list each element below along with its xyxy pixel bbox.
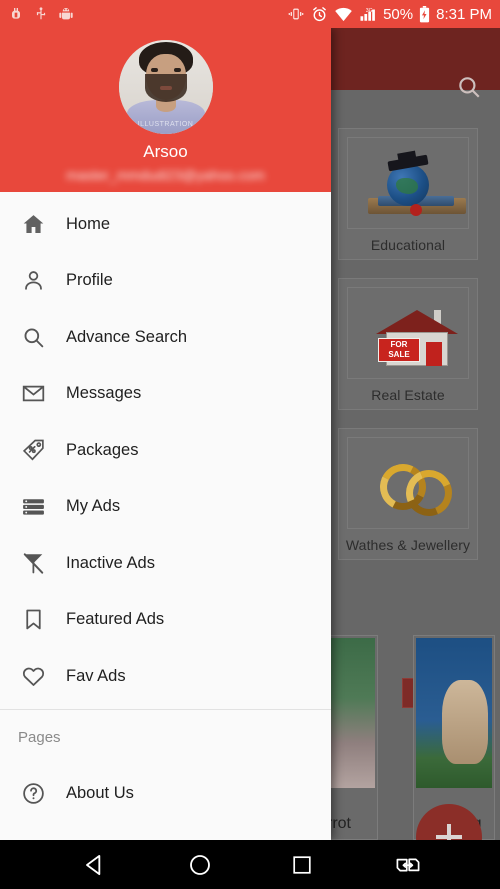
avatar[interactable]: ILLUSTRATION xyxy=(118,40,213,134)
sidebar-item-label: Profile xyxy=(66,271,113,290)
sidebar-item-label: Messages xyxy=(66,384,142,403)
drawer-menu-list: Home Profile Advance Search Messages Pac… xyxy=(0,192,331,822)
category-label: Real Estate xyxy=(371,387,445,403)
avatar-mouth xyxy=(159,86,172,90)
sidebar-item-packages[interactable]: Packages xyxy=(0,422,331,479)
drawer-header[interactable]: ILLUSTRATION Arsoo master_mmdudi23@yahoo… xyxy=(0,28,331,192)
battery-charging-icon xyxy=(420,5,430,22)
door-art xyxy=(426,342,442,366)
sidebar-item-advance-search[interactable]: Advance Search xyxy=(0,309,331,366)
sidebar-item-label: Featured Ads xyxy=(66,610,165,629)
sidebar-item-label: Fav Ads xyxy=(66,666,126,685)
sidebar-item-label: Inactive Ads xyxy=(66,553,155,572)
battery-percent-label: 50% xyxy=(383,5,414,23)
android-bug-icon xyxy=(59,8,73,20)
avatar-shirt xyxy=(126,100,205,134)
status-bar: 3G 50% 8:31 PM xyxy=(0,0,500,28)
category-image xyxy=(347,437,469,529)
category-card-educational[interactable]: Educational xyxy=(338,128,478,260)
phone-screen: Educational FOR SALE Real Estate Wathes … xyxy=(0,0,500,889)
back-triangle-icon[interactable] xyxy=(60,840,130,889)
person-icon xyxy=(0,268,66,293)
sidebar-item-fav-ads[interactable]: Fav Ads xyxy=(0,648,331,705)
sidebar-item-inactive-ads[interactable]: Inactive Ads xyxy=(0,535,331,592)
debug-bug-icon xyxy=(12,8,20,19)
heart-icon xyxy=(0,664,66,689)
android-nav-bar xyxy=(0,840,500,889)
sidebar-item-label: My Ads xyxy=(66,497,121,516)
vibrate-icon xyxy=(288,8,304,20)
sidebar-item-about-us[interactable]: About Us xyxy=(0,766,331,823)
sidebar-item-label: About Us xyxy=(66,784,134,803)
envelope-icon xyxy=(0,381,66,406)
sidebar-item-label: Packages xyxy=(66,440,139,459)
wifi-icon xyxy=(335,7,352,22)
avatar-eye-right xyxy=(173,68,181,72)
roof-art xyxy=(376,310,458,334)
avatar-eye-left xyxy=(150,68,158,72)
category-label: Educational xyxy=(370,237,446,253)
section-header-pages: Pages xyxy=(18,729,61,746)
home-circle-icon[interactable] xyxy=(165,840,235,889)
profile-email: master_mmdudi23@yahoo.com xyxy=(66,167,265,183)
search-icon xyxy=(0,325,66,350)
sign-line-2: SALE xyxy=(388,350,410,359)
alarm-clock-icon xyxy=(313,6,326,21)
signal-3g-icon: 3G xyxy=(360,8,375,21)
sidebar-item-messages[interactable]: Messages xyxy=(0,366,331,423)
clock-label: 8:31 PM xyxy=(436,5,492,23)
sign-line-1: FOR xyxy=(390,340,408,349)
list-icon xyxy=(0,494,66,519)
sidebar-item-home[interactable]: Home xyxy=(0,196,331,253)
category-image: FOR SALE xyxy=(347,287,469,379)
profile-name: Arsoo xyxy=(143,142,188,161)
svg-text:3G: 3G xyxy=(366,8,373,14)
help-circle-icon xyxy=(0,781,66,806)
sidebar-item-my-ads[interactable]: My Ads xyxy=(0,479,331,536)
recents-square-icon[interactable] xyxy=(267,840,337,889)
category-label: Wathes & Jewellery xyxy=(345,537,471,553)
category-card-jewellery[interactable]: Wathes & Jewellery xyxy=(338,428,478,560)
status-bar-notifications xyxy=(8,0,74,28)
plus-icon-bar xyxy=(447,824,451,840)
sidebar-item-featured-ads[interactable]: Featured Ads xyxy=(0,592,331,649)
usb-icon xyxy=(36,7,46,20)
navigation-drawer: ILLUSTRATION Arsoo master_mmdudi23@yahoo… xyxy=(0,28,331,840)
apple-art xyxy=(410,204,422,216)
avatar-shirt-text: ILLUSTRATION xyxy=(137,121,194,128)
category-image xyxy=(347,137,469,229)
promo-image xyxy=(416,638,492,788)
sidebar-item-label: Advance Search xyxy=(66,327,188,346)
bookmark-icon xyxy=(0,607,66,632)
flag-off-icon xyxy=(0,551,66,576)
category-card-real-estate[interactable]: FOR SALE Real Estate xyxy=(338,278,478,410)
screen-rotate-icon[interactable] xyxy=(373,840,443,889)
price-tag-icon xyxy=(0,438,66,463)
home-icon xyxy=(0,212,66,237)
sidebar-item-label: Home xyxy=(66,214,111,233)
dog-art xyxy=(442,680,488,764)
sidebar-item-profile[interactable]: Profile xyxy=(0,253,331,310)
for-sale-sign: FOR SALE xyxy=(378,338,420,362)
status-bar-system: 3G 50% 8:31 PM xyxy=(287,0,492,28)
